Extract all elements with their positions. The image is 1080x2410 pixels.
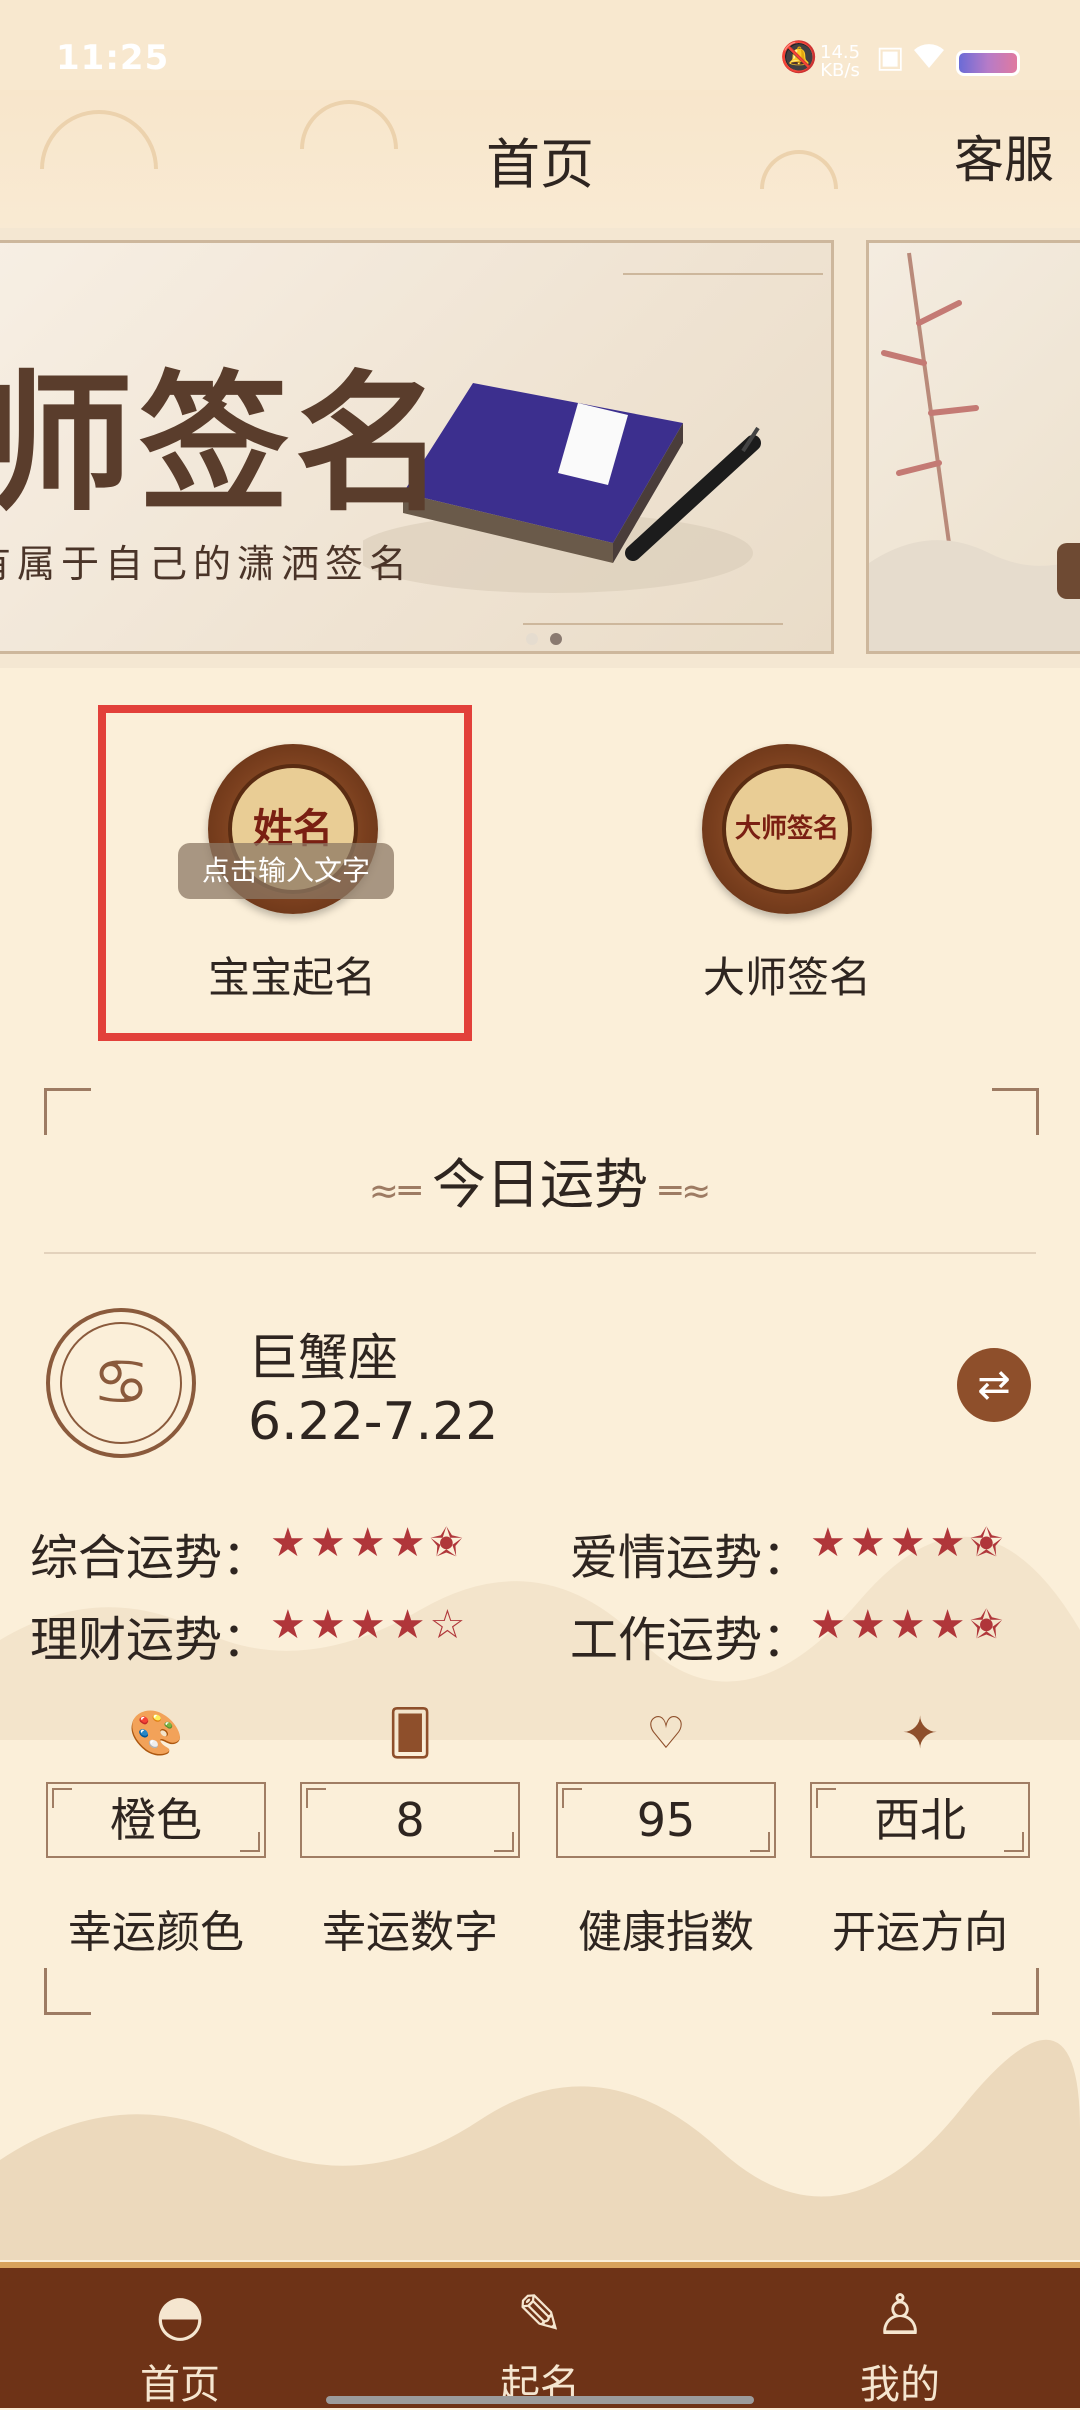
network-speed: 14.5 KB/s [820, 42, 861, 81]
carousel-indicator [520, 630, 568, 649]
lucky-number-label: 幸运数字 [322, 1907, 498, 1958]
battery-icon [956, 50, 1020, 76]
cloud-ornament-icon: ≈═ [368, 1171, 432, 1212]
banner-card-master-signature[interactable]: 师签名 有属于自己的潇洒签名 [0, 240, 834, 654]
work-fortune-stars: ★★★★✬ [810, 1602, 1007, 1648]
brush-icon: ✎ [516, 2283, 564, 2348]
palette-icon: 🎨 [128, 1708, 184, 1759]
fortune-section-title: ≈═ 今日运势 ═≈ [368, 1153, 712, 1216]
health-index-label: 健康指数 [578, 1907, 754, 1958]
card-star-icon: 🂠 [387, 1708, 433, 1759]
swap-icon: ⇄ [977, 1362, 1011, 1408]
banner-title: 师签名 [0, 356, 452, 532]
divider [623, 273, 823, 275]
customer-service-button[interactable]: 客服 [954, 120, 1054, 192]
bamboo-illustration [869, 252, 1080, 651]
sim-icon: ▣ [876, 40, 905, 75]
crab-icon: ♋ [60, 1322, 182, 1444]
love-fortune-label: 爱情运势： [570, 1530, 811, 1586]
love-fortune-stars: ★★★★✬ [810, 1520, 1007, 1566]
page-title: 首页 [486, 133, 594, 196]
overall-fortune-stars: ★★★★✬ [270, 1520, 467, 1566]
banner-card-next[interactable] [866, 240, 1080, 654]
lucky-color-label: 幸运颜色 [68, 1907, 244, 1958]
bottom-tab-bar: ◓ 首页 ✎ 起名 ♙ 我的 [0, 2262, 1080, 2408]
mute-icon: 🔕 [780, 40, 818, 75]
corner-ornament [44, 1088, 91, 1135]
master-fan-icon: 大师签名 [722, 764, 852, 894]
banner-subtitle: 有属于自己的潇洒签名 [0, 542, 414, 586]
lucky-number-value: 8 [300, 1782, 520, 1858]
lucky-direction-value: 西北 [810, 1782, 1030, 1858]
divider [523, 623, 783, 625]
wifi-icon [910, 40, 948, 78]
master-signature-button[interactable]: 大师签名 [702, 744, 872, 914]
wealth-fortune-stars: ★★★★☆ [270, 1602, 470, 1648]
overall-fortune-label: 综合运势： [30, 1530, 271, 1586]
tab-home[interactable]: ◓ 首页 [80, 2280, 280, 2410]
lucky-color-value: 橙色 [46, 1782, 266, 1858]
zodiac-badge: ♋ [46, 1308, 196, 1458]
zodiac-date-range: 6.22-7.22 [248, 1392, 499, 1452]
divider [44, 1252, 1036, 1254]
header: 首页 客服 [0, 90, 1080, 230]
selection-highlight [98, 705, 472, 1041]
compass-icon: ✦ [901, 1708, 939, 1759]
tab-mine[interactable]: ♙ 我的 [800, 2280, 1000, 2410]
tab-naming[interactable]: ✎ 起名 [440, 2280, 640, 2410]
status-time: 11:25 [56, 38, 170, 78]
carousel-dot-active [550, 633, 562, 645]
health-index-value: 95 [556, 1782, 776, 1858]
corner-ornament [992, 1088, 1039, 1135]
master-signature-label[interactable]: 大师签名 [637, 944, 937, 1005]
switch-zodiac-button[interactable]: ⇄ [957, 1348, 1031, 1422]
work-fortune-label: 工作运势： [570, 1612, 811, 1668]
pagoda-icon: ♙ [874, 2283, 926, 2348]
carousel-dot [526, 633, 538, 645]
home-indicator[interactable] [326, 2396, 754, 2404]
wealth-fortune-label: 理财运势： [30, 1612, 271, 1668]
lucky-direction-label: 开运方向 [832, 1907, 1008, 1958]
cloud-ornament-icon: ═≈ [648, 1171, 712, 1212]
zodiac-name: 巨蟹座 [248, 1329, 398, 1387]
fan-icon: ◓ [155, 2283, 205, 2348]
banner-arrow[interactable] [1057, 543, 1080, 599]
heartbeat-icon: ♡ [646, 1708, 686, 1759]
